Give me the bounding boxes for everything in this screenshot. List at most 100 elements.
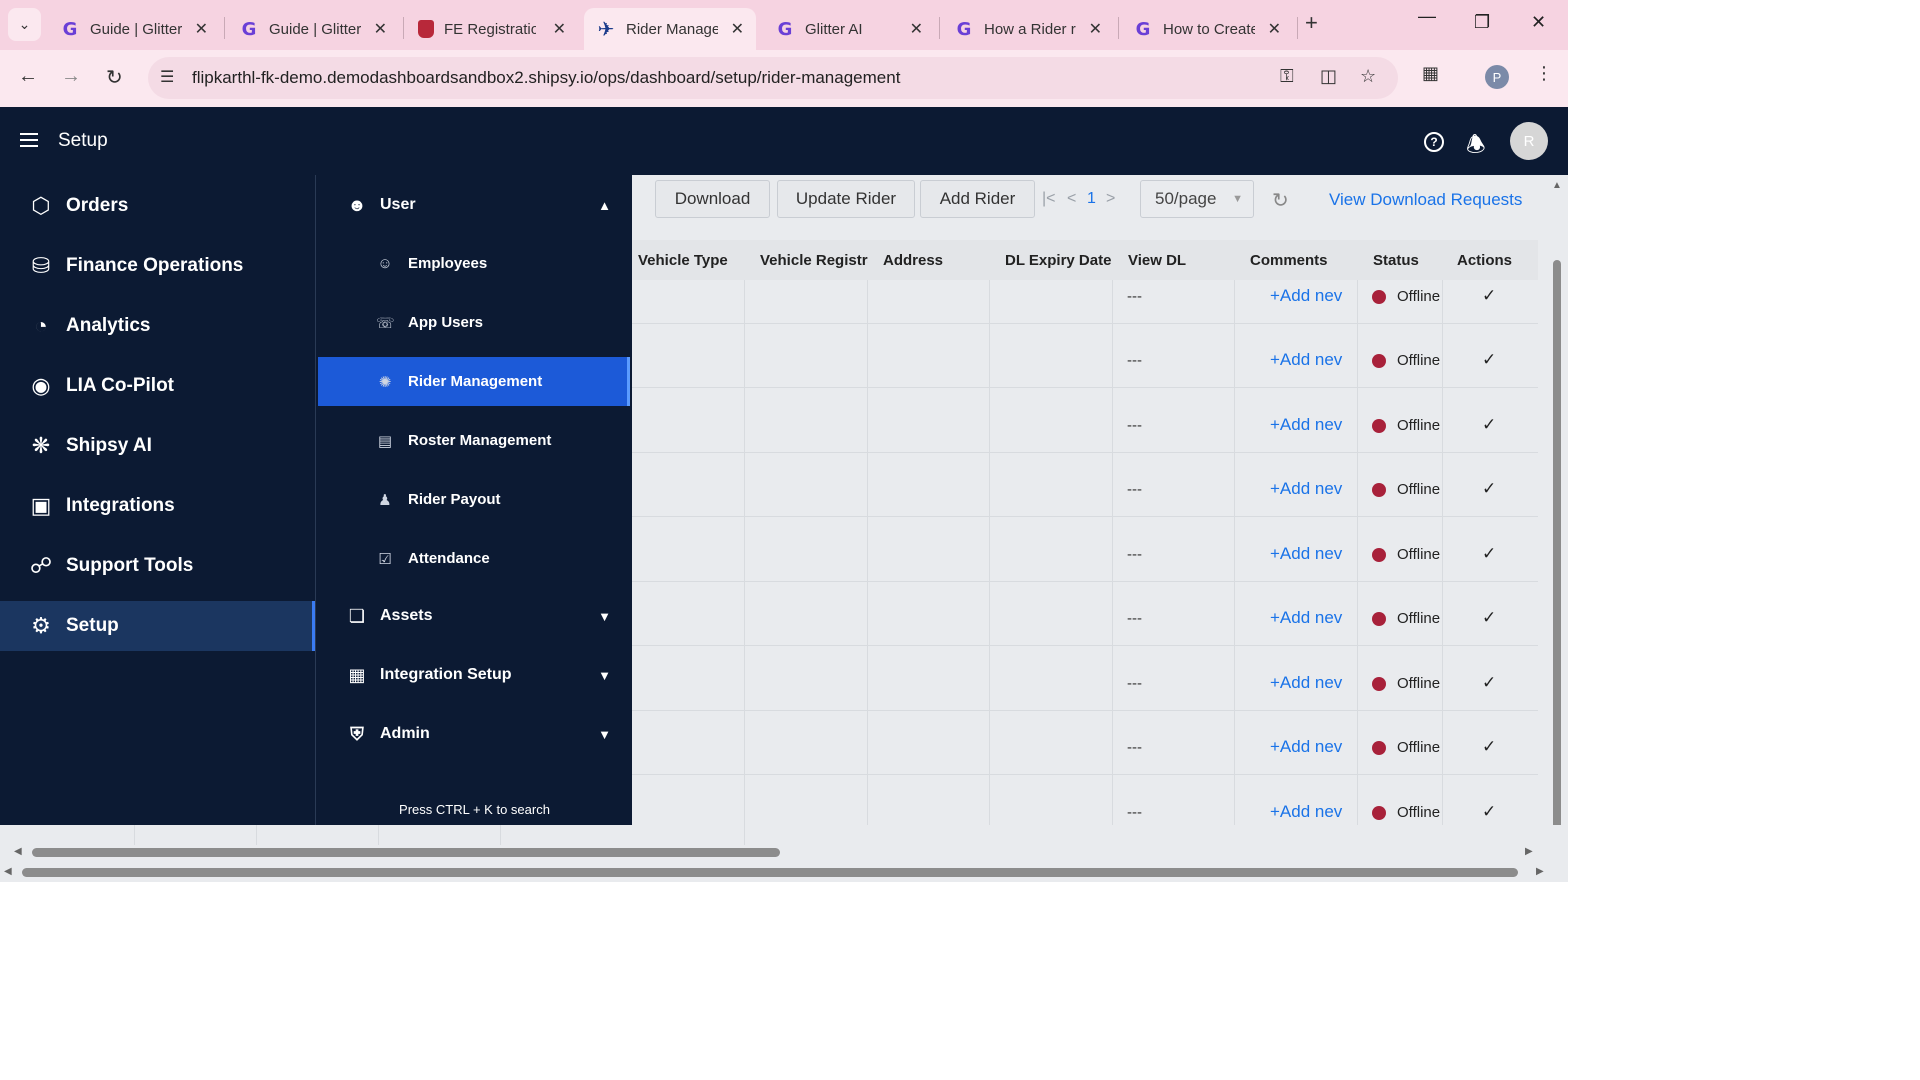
scroll-up-arrow-icon[interactable]: ▲ bbox=[1552, 180, 1562, 191]
minimize-icon[interactable]: — bbox=[1418, 6, 1436, 27]
sidebar-item-lia-co-pilot[interactable]: ◉ LIA Co-Pilot bbox=[0, 361, 315, 411]
column-header-vehicle-registration[interactable]: Vehicle Registrat bbox=[754, 240, 868, 280]
page-horizontal-scrollbar-thumb[interactable] bbox=[22, 868, 1518, 877]
sidebar-item-support-tools[interactable]: ☍ Support Tools bbox=[0, 541, 315, 591]
scroll-right-arrow-icon[interactable]: ▶ bbox=[1525, 846, 1533, 857]
browser-menu-kebab-icon[interactable]: ⋮ bbox=[1535, 63, 1553, 84]
restore-icon[interactable]: ❐ bbox=[1474, 12, 1490, 33]
close-icon[interactable]: ✕ bbox=[1268, 19, 1281, 39]
update-rider-button[interactable]: Update Rider bbox=[777, 180, 915, 218]
table-row[interactable]: --- +Add nev Offline ✓ bbox=[632, 324, 1538, 388]
table-row[interactable]: --- +Add nev Offline ✓ bbox=[632, 518, 1538, 582]
url-text[interactable]: flipkarthl-fk-demo.demodashboardsandbox2… bbox=[192, 68, 900, 88]
column-header-comments[interactable]: Comments bbox=[1244, 240, 1358, 280]
password-key-icon[interactable]: ⚿ bbox=[1280, 66, 1294, 87]
sidebar-item-setup[interactable]: ⚙ Setup bbox=[0, 601, 315, 651]
sidebar-item-orders[interactable]: ⬡ Orders bbox=[0, 181, 315, 231]
approve-check-icon[interactable]: ✓ bbox=[1482, 415, 1496, 435]
tab-search-button[interactable]: ⌄ bbox=[8, 8, 41, 41]
approve-check-icon[interactable]: ✓ bbox=[1482, 479, 1496, 499]
submenu-section-assets[interactable]: ❏ Assets ▼ bbox=[316, 591, 633, 641]
approve-check-icon[interactable]: ✓ bbox=[1482, 286, 1496, 306]
sidebar-item-shipsy-ai[interactable]: ❋ Shipsy AI bbox=[0, 421, 315, 471]
forward-arrow-icon[interactable]: → bbox=[61, 65, 81, 88]
prev-page-icon[interactable]: < bbox=[1067, 190, 1076, 208]
column-header-view-dl[interactable]: View DL bbox=[1122, 240, 1234, 280]
bookmark-star-icon[interactable]: ☆ bbox=[1360, 66, 1376, 87]
submenu-item-rider-payout[interactable]: ♟ Rider Payout bbox=[318, 475, 630, 524]
column-header-vehicle-type[interactable]: Vehicle Type bbox=[632, 240, 744, 280]
install-app-icon[interactable]: ◫ bbox=[1320, 66, 1337, 87]
add-comment-link[interactable]: +Add nev bbox=[1270, 479, 1342, 499]
approve-check-icon[interactable]: ✓ bbox=[1482, 544, 1496, 564]
submenu-item-app-users[interactable]: ☏ App Users bbox=[318, 298, 630, 347]
add-comment-link[interactable]: +Add nev bbox=[1270, 737, 1342, 757]
window-close-icon[interactable]: ✕ bbox=[1531, 12, 1546, 33]
scroll-right-arrow-icon[interactable]: ▶ bbox=[1536, 866, 1544, 877]
reload-icon[interactable]: ↻ bbox=[106, 65, 123, 90]
close-icon[interactable]: ✕ bbox=[374, 19, 387, 39]
scroll-left-arrow-icon[interactable]: ◀ bbox=[4, 866, 12, 877]
add-comment-link[interactable]: +Add nev bbox=[1270, 673, 1342, 693]
add-rider-button[interactable]: Add Rider bbox=[920, 180, 1035, 218]
vertical-scrollbar-thumb[interactable] bbox=[1553, 260, 1561, 830]
browser-tab[interactable]: G How a Rider r ✕ bbox=[942, 8, 1114, 50]
site-settings-icon[interactable]: ☰ bbox=[160, 67, 174, 87]
close-icon[interactable]: ✕ bbox=[731, 19, 744, 39]
add-comment-link[interactable]: +Add nev bbox=[1270, 350, 1342, 370]
scroll-left-arrow-icon[interactable]: ◀ bbox=[14, 846, 22, 857]
sidebar-item-analytics[interactable]: ◔ Analytics bbox=[0, 301, 315, 351]
table-row[interactable]: --- +Add nev Offline ✓ bbox=[632, 389, 1538, 453]
column-header-dl-expiry-date[interactable]: DL Expiry Date bbox=[999, 240, 1113, 280]
table-horizontal-scrollbar-thumb[interactable] bbox=[32, 848, 780, 857]
close-icon[interactable]: ✕ bbox=[553, 19, 566, 39]
sidebar-item-integrations[interactable]: ▣ Integrations bbox=[0, 481, 315, 531]
browser-tab[interactable]: G Guide | Glitter AI ✕ bbox=[227, 8, 399, 50]
current-page-number[interactable]: 1 bbox=[1087, 190, 1096, 208]
close-icon[interactable]: ✕ bbox=[195, 19, 208, 39]
bell-icon[interactable]: 🕭 bbox=[1466, 128, 1486, 166]
first-page-icon[interactable]: |< bbox=[1042, 190, 1056, 208]
table-row[interactable]: --- +Add nev Offline ✓ bbox=[632, 647, 1538, 711]
browser-tab[interactable]: G How to Create ✕ bbox=[1121, 8, 1293, 50]
add-comment-link[interactable]: +Add nev bbox=[1270, 608, 1342, 628]
browser-tab[interactable]: G Glitter AI ✕ bbox=[763, 8, 935, 50]
refresh-icon[interactable]: ↻ bbox=[1272, 188, 1289, 213]
address-bar[interactable]: ☰ flipkarthl-fk-demo.demodashboardsandbo… bbox=[148, 57, 1398, 99]
approve-check-icon[interactable]: ✓ bbox=[1482, 673, 1496, 693]
extensions-puzzle-icon[interactable]: ▦ bbox=[1422, 63, 1439, 84]
new-tab-plus-icon[interactable]: + bbox=[1305, 10, 1318, 36]
profile-avatar[interactable]: P bbox=[1485, 65, 1509, 89]
view-download-requests-link[interactable]: View Download Requests bbox=[1329, 190, 1522, 210]
browser-tab-active[interactable]: ✈ Rider Management ✕ bbox=[584, 8, 756, 50]
column-header-status[interactable]: Status bbox=[1367, 240, 1442, 280]
submenu-item-roster-management[interactable]: ▤ Roster Management bbox=[318, 416, 630, 465]
table-row[interactable]: --- +Add nev Offline ✓ bbox=[632, 280, 1538, 324]
next-page-icon[interactable]: > bbox=[1106, 190, 1115, 208]
user-avatar[interactable]: R bbox=[1510, 122, 1548, 160]
back-arrow-icon[interactable]: ← bbox=[18, 65, 38, 88]
submenu-item-employees[interactable]: ☺ Employees bbox=[318, 239, 630, 288]
column-header-actions[interactable]: Actions bbox=[1451, 240, 1536, 280]
download-button[interactable]: Download bbox=[655, 180, 770, 218]
close-icon[interactable]: ✕ bbox=[1089, 19, 1102, 39]
help-icon[interactable]: ? bbox=[1424, 132, 1444, 152]
add-comment-link[interactable]: +Add nev bbox=[1270, 286, 1342, 306]
submenu-item-rider-management[interactable]: ✺ Rider Management bbox=[318, 357, 630, 406]
approve-check-icon[interactable]: ✓ bbox=[1482, 350, 1496, 370]
column-header-address[interactable]: Address bbox=[877, 240, 989, 280]
browser-tab[interactable]: FE Registration ✕ bbox=[406, 8, 578, 50]
hamburger-menu-icon[interactable] bbox=[20, 133, 38, 147]
add-comment-link[interactable]: +Add nev bbox=[1270, 415, 1342, 435]
submenu-section-user[interactable]: ☻ User ▲ bbox=[316, 180, 633, 230]
browser-tab[interactable]: G Guide | Glitter AI ✕ bbox=[48, 8, 220, 50]
table-row[interactable]: --- +Add nev Offline ✓ bbox=[632, 711, 1538, 775]
submenu-section-integration-setup[interactable]: ▦ Integration Setup ▼ bbox=[316, 650, 633, 700]
table-row[interactable]: --- +Add nev Offline ✓ bbox=[632, 776, 1538, 825]
page-size-select[interactable]: 50/page ▼ bbox=[1140, 180, 1254, 218]
close-icon[interactable]: ✕ bbox=[910, 19, 923, 39]
table-row[interactable]: --- +Add nev Offline ✓ bbox=[632, 453, 1538, 517]
add-comment-link[interactable]: +Add nev bbox=[1270, 544, 1342, 564]
approve-check-icon[interactable]: ✓ bbox=[1482, 608, 1496, 628]
submenu-section-admin[interactable]: ⛨ Admin ▼ bbox=[316, 709, 633, 759]
